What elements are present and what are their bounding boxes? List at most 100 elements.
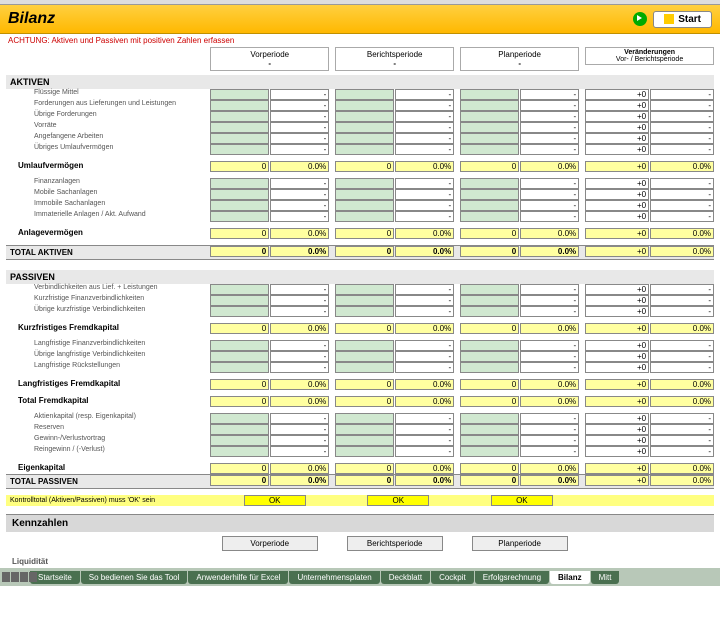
value-cell[interactable]	[210, 133, 269, 144]
value-cell[interactable]	[210, 413, 269, 424]
period-button[interactable]: Planperiode	[472, 536, 568, 551]
value-cell[interactable]	[460, 424, 519, 435]
sheet-tab[interactable]: Anwenderhilfe für Excel	[188, 571, 288, 584]
value-cell[interactable]	[210, 340, 269, 351]
value-cell[interactable]	[335, 446, 394, 457]
value-cell[interactable]	[210, 178, 269, 189]
sheet-tab[interactable]: Erfolgsrechnung	[475, 571, 549, 584]
value-cell[interactable]	[210, 89, 269, 100]
go-icon[interactable]	[633, 12, 647, 26]
value-cell[interactable]	[460, 111, 519, 122]
value-cell[interactable]	[210, 200, 269, 211]
sheet-tab[interactable]: Mitt	[591, 571, 620, 584]
value-cell[interactable]	[460, 446, 519, 457]
value-cell[interactable]	[460, 100, 519, 111]
value-cell[interactable]	[335, 295, 394, 306]
value-cell[interactable]	[335, 211, 394, 222]
value-cell[interactable]	[210, 284, 269, 295]
value-cell[interactable]	[335, 111, 394, 122]
value-cell[interactable]	[460, 133, 519, 144]
value-cell[interactable]	[210, 351, 269, 362]
value-cell[interactable]	[335, 178, 394, 189]
sheet-tab[interactable]: Startseite	[30, 571, 80, 584]
value-cell[interactable]	[210, 446, 269, 457]
value-cell[interactable]	[460, 435, 519, 446]
value-cell[interactable]	[460, 200, 519, 211]
value-cell[interactable]	[460, 306, 519, 317]
line-item: Kurzfristige Finanzverbindlichkeiten	[6, 295, 204, 302]
value-cell[interactable]	[335, 435, 394, 446]
value-cell[interactable]	[460, 178, 519, 189]
period-button[interactable]: Berichtsperiode	[347, 536, 443, 551]
value-cell[interactable]	[335, 340, 394, 351]
value-cell[interactable]	[210, 100, 269, 111]
value-cell[interactable]	[460, 284, 519, 295]
value-cell[interactable]	[335, 133, 394, 144]
value-cell[interactable]	[210, 211, 269, 222]
subtotal-cell: 0	[210, 463, 269, 474]
percent-cell: -	[395, 111, 454, 122]
percent-cell: -	[395, 100, 454, 111]
tab-nav[interactable]	[2, 572, 37, 582]
total-cell: 0	[460, 475, 519, 486]
value-cell[interactable]	[335, 100, 394, 111]
value-cell[interactable]	[460, 295, 519, 306]
value-cell[interactable]	[210, 435, 269, 446]
value-cell[interactable]	[335, 89, 394, 100]
value-cell[interactable]	[335, 306, 394, 317]
percent-cell: -	[395, 446, 454, 457]
value-cell[interactable]	[335, 284, 394, 295]
value-cell[interactable]	[460, 351, 519, 362]
line-item: Reserven	[6, 424, 204, 431]
value-cell[interactable]	[335, 122, 394, 133]
value-cell[interactable]	[210, 111, 269, 122]
value-cell[interactable]	[460, 340, 519, 351]
total-cell: 0	[335, 475, 394, 486]
value-cell[interactable]	[335, 424, 394, 435]
percent-cell: -	[270, 446, 329, 457]
percent-cell: -	[270, 351, 329, 362]
percent-cell: -	[395, 424, 454, 435]
sheet-tab[interactable]: Unternehmensplaten	[289, 571, 379, 584]
subtotal-pct: 0.0%	[395, 463, 454, 474]
value-cell[interactable]	[460, 122, 519, 133]
value-cell[interactable]	[335, 144, 394, 155]
percent-cell: -	[520, 446, 579, 457]
value-cell[interactable]	[210, 144, 269, 155]
sheet-tab[interactable]: Cockpit	[431, 571, 474, 584]
value-cell[interactable]	[210, 122, 269, 133]
value-cell[interactable]	[460, 89, 519, 100]
change-cell: +0	[585, 475, 649, 486]
value-cell[interactable]	[335, 189, 394, 200]
percent-cell: -	[520, 189, 579, 200]
value-cell[interactable]	[335, 351, 394, 362]
value-cell[interactable]	[210, 424, 269, 435]
value-cell[interactable]	[460, 144, 519, 155]
subtotal-cell: 0	[460, 161, 519, 172]
change-cell: +0	[585, 435, 649, 446]
value-cell[interactable]	[210, 362, 269, 373]
value-cell[interactable]	[210, 306, 269, 317]
sheet-tab[interactable]: So bedienen Sie das Tool	[81, 571, 188, 584]
value-cell[interactable]	[460, 362, 519, 373]
percent-cell: -	[270, 189, 329, 200]
value-cell[interactable]	[335, 362, 394, 373]
value-cell[interactable]	[335, 200, 394, 211]
sheet-tab[interactable]: Bilanz	[550, 571, 590, 584]
value-cell[interactable]	[335, 413, 394, 424]
subtotal-pct: 0.0%	[395, 379, 454, 390]
value-cell[interactable]	[460, 413, 519, 424]
change-cell: +0	[585, 189, 649, 200]
value-cell[interactable]	[460, 189, 519, 200]
change-pct: -	[650, 200, 714, 211]
value-cell[interactable]	[210, 189, 269, 200]
start-button[interactable]: Start	[653, 11, 712, 28]
period-button[interactable]: Vorperiode	[222, 536, 318, 551]
value-cell[interactable]	[210, 295, 269, 306]
sheet-tab[interactable]: Deckblatt	[381, 571, 430, 584]
change-cell: +0	[585, 396, 649, 407]
subtotal-pct: 0.0%	[270, 323, 329, 334]
change-pct: -	[650, 178, 714, 189]
value-cell[interactable]	[460, 211, 519, 222]
change-pct: 0.0%	[650, 463, 714, 474]
